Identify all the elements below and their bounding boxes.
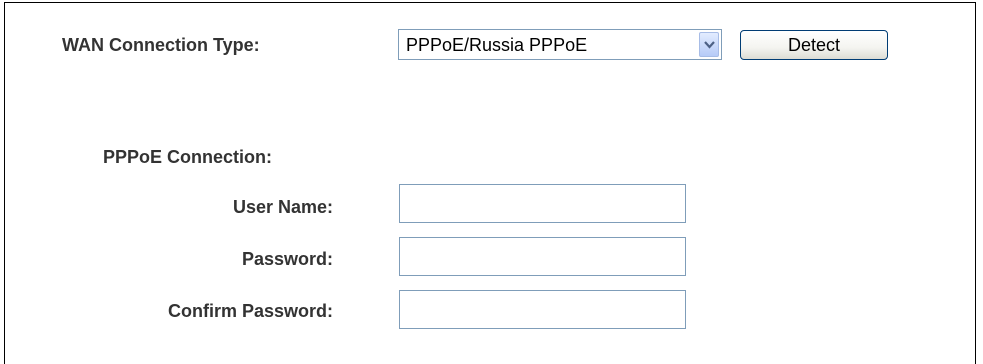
confirm-password-label: Confirm Password: [167,301,333,321]
confirm-password-field[interactable] [399,290,686,329]
user-name-field[interactable] [399,184,686,223]
wan-connection-type-value: PPPoE/Russia PPPoE [406,35,588,55]
dropdown-button[interactable] [699,32,719,57]
user-name-label: User Name: [232,197,333,217]
password-field[interactable] [399,237,686,276]
pppoe-connection-label: PPPoE Connection: [103,147,273,167]
password-label: Password: [241,249,333,269]
wan-connection-type-label: WAN Connection Type: [62,35,260,55]
chevron-down-icon [704,41,715,49]
wan-connection-type-select[interactable]: PPPoE/Russia PPPoE [398,29,722,60]
detect-button[interactable]: Detect [740,30,888,60]
